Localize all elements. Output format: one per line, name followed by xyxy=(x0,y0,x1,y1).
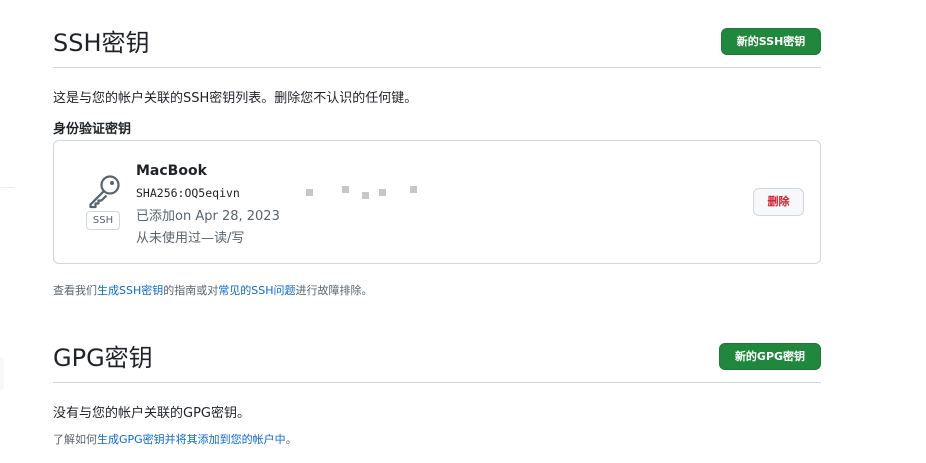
fingerprint-visible: SHA256:OQ5eqivn xyxy=(136,186,240,200)
ssh-help-text: 查看我们生成SSH密钥的指南或对常见的SSH问题进行故障排除。 xyxy=(53,282,373,298)
redaction-artifact xyxy=(410,186,417,193)
redaction-artifact xyxy=(342,186,349,193)
key-title: MacBook xyxy=(136,163,207,179)
ssh-type-badge: SSH xyxy=(86,211,120,230)
ssh-section-title: SSH密钥 xyxy=(53,29,150,57)
ssh-section-header: SSH密钥 新的SSH密钥 xyxy=(53,28,821,68)
gpg-help-prefix: 了解如何 xyxy=(53,433,97,446)
ssh-issues-link[interactable]: 常见的SSH问题 xyxy=(218,284,295,297)
ssh-keys-section: SSH密钥 新的SSH密钥 这是与您的帐户关联的SSH密钥列表。删除您不认识的任… xyxy=(53,28,821,297)
key-added-date: 已添加on Apr 28, 2023 xyxy=(136,209,280,224)
sidebar-scroll-edge xyxy=(0,357,4,391)
ssh-description: 这是与您的帐户关联的SSH密钥列表。删除您不认识的任何键。 xyxy=(53,91,418,106)
key-icon xyxy=(89,175,120,209)
gpg-help-text: 了解如何生成GPG密钥并将其添加到您的帐户中。 xyxy=(53,431,297,447)
gpg-help-suffix: 。 xyxy=(285,433,297,446)
sidebar-divider xyxy=(0,187,14,188)
gpg-section-title: GPG密钥 xyxy=(53,344,153,372)
generate-ssh-key-link[interactable]: 生成SSH密钥 xyxy=(97,284,163,297)
redaction-artifact xyxy=(362,192,369,199)
redaction-artifact xyxy=(379,189,386,196)
generate-gpg-key-link[interactable]: 生成GPG密钥并将其添加到您的帐户中 xyxy=(97,433,286,446)
new-gpg-key-button[interactable]: 新的GPG密钥 xyxy=(719,343,821,370)
help-text-prefix: 查看我们 xyxy=(53,284,97,297)
auth-keys-heading: 身份验证密钥 xyxy=(53,122,132,137)
help-text-suffix: 进行故障排除。 xyxy=(295,284,373,297)
ssh-key-card: SSH MacBook SHA256:OQ5eqivn 已添加on Apr 28… xyxy=(53,140,821,264)
gpg-section-header: GPG密钥 新的GPG密钥 xyxy=(53,343,821,383)
gpg-description: 没有与您的帐户关联的GPG密钥。 xyxy=(53,406,250,421)
key-usage-status: 从未使用过—读/写 xyxy=(136,231,245,246)
delete-key-button[interactable]: 删除 xyxy=(753,188,804,216)
fingerprint-redaction xyxy=(246,186,511,200)
new-ssh-key-button[interactable]: 新的SSH密钥 xyxy=(721,28,821,55)
gpg-keys-section: GPG密钥 新的GPG密钥 没有与您的帐户关联的GPG密钥。 了解如何生成GPG… xyxy=(53,343,821,446)
help-text-middle: 的指南或对 xyxy=(163,284,219,297)
redaction-artifact xyxy=(306,189,313,196)
key-fingerprint: SHA256:OQ5eqivn xyxy=(136,186,240,200)
